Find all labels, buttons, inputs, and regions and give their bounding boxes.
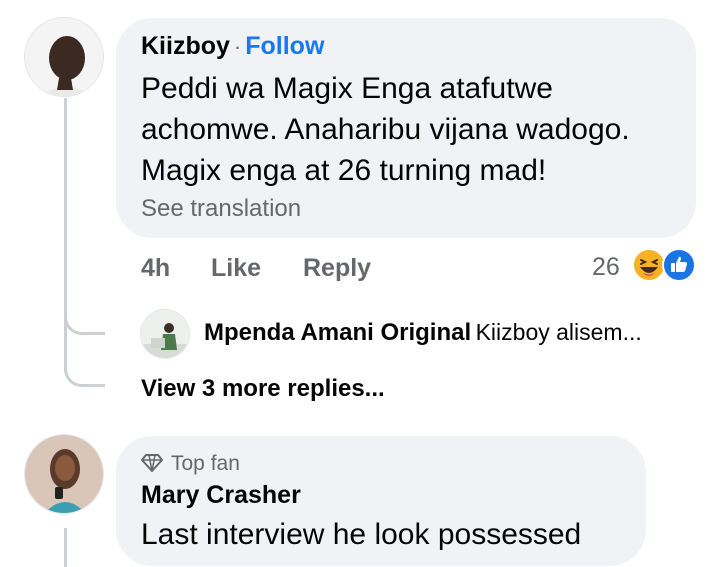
top-fan-badge: Top fan: [141, 452, 240, 478]
avatar-kiizboy[interactable]: [24, 17, 104, 97]
view-more-replies-link[interactable]: View 3 more replies...: [141, 375, 385, 403]
thread-branch-more: [64, 350, 105, 387]
comment-text: Peddi wa Magix Enga atafutwe achomwe. An…: [141, 68, 630, 191]
thread-line-second: [64, 528, 67, 567]
like-button[interactable]: Like: [211, 254, 261, 283]
follow-button[interactable]: Follow: [245, 32, 324, 60]
avatar-mary-crasher[interactable]: [24, 434, 104, 514]
like-icon: [662, 248, 696, 287]
haha-icon: [632, 248, 666, 287]
comment-timestamp[interactable]: 4h: [141, 254, 170, 283]
reply-snippet: Kiizboy alisem...: [475, 319, 642, 345]
comment-author-second[interactable]: Mary Crasher: [141, 481, 301, 510]
see-translation-link[interactable]: See translation: [141, 195, 301, 223]
comment-header: Kiizboy · Follow: [141, 32, 324, 61]
avatar-mpenda-amani[interactable]: [140, 309, 190, 359]
badge-label: Top fan: [171, 452, 240, 475]
comment-text-line: achomwe. Anaharibu vijana wadogo.: [141, 113, 630, 146]
comment-text-line: Peddi wa Magix Enga atafutwe: [141, 72, 553, 105]
separator-dot: ·: [233, 34, 242, 59]
comment-text-second: Last interview he look possessed: [141, 518, 582, 551]
reply-author[interactable]: Mpenda Amani Original: [204, 319, 471, 346]
reply-preview[interactable]: Mpenda Amani Original Kiizboy alisem...: [204, 319, 642, 347]
comment-text-line: Magix enga at 26 turning mad!: [141, 154, 547, 187]
diamond-icon: [141, 453, 163, 478]
thread-branch-reply: [64, 300, 105, 335]
comment-author[interactable]: Kiizboy: [141, 32, 230, 60]
reactions-summary[interactable]: [632, 248, 700, 284]
reply-button[interactable]: Reply: [303, 254, 371, 283]
reaction-count[interactable]: 26: [592, 253, 620, 282]
